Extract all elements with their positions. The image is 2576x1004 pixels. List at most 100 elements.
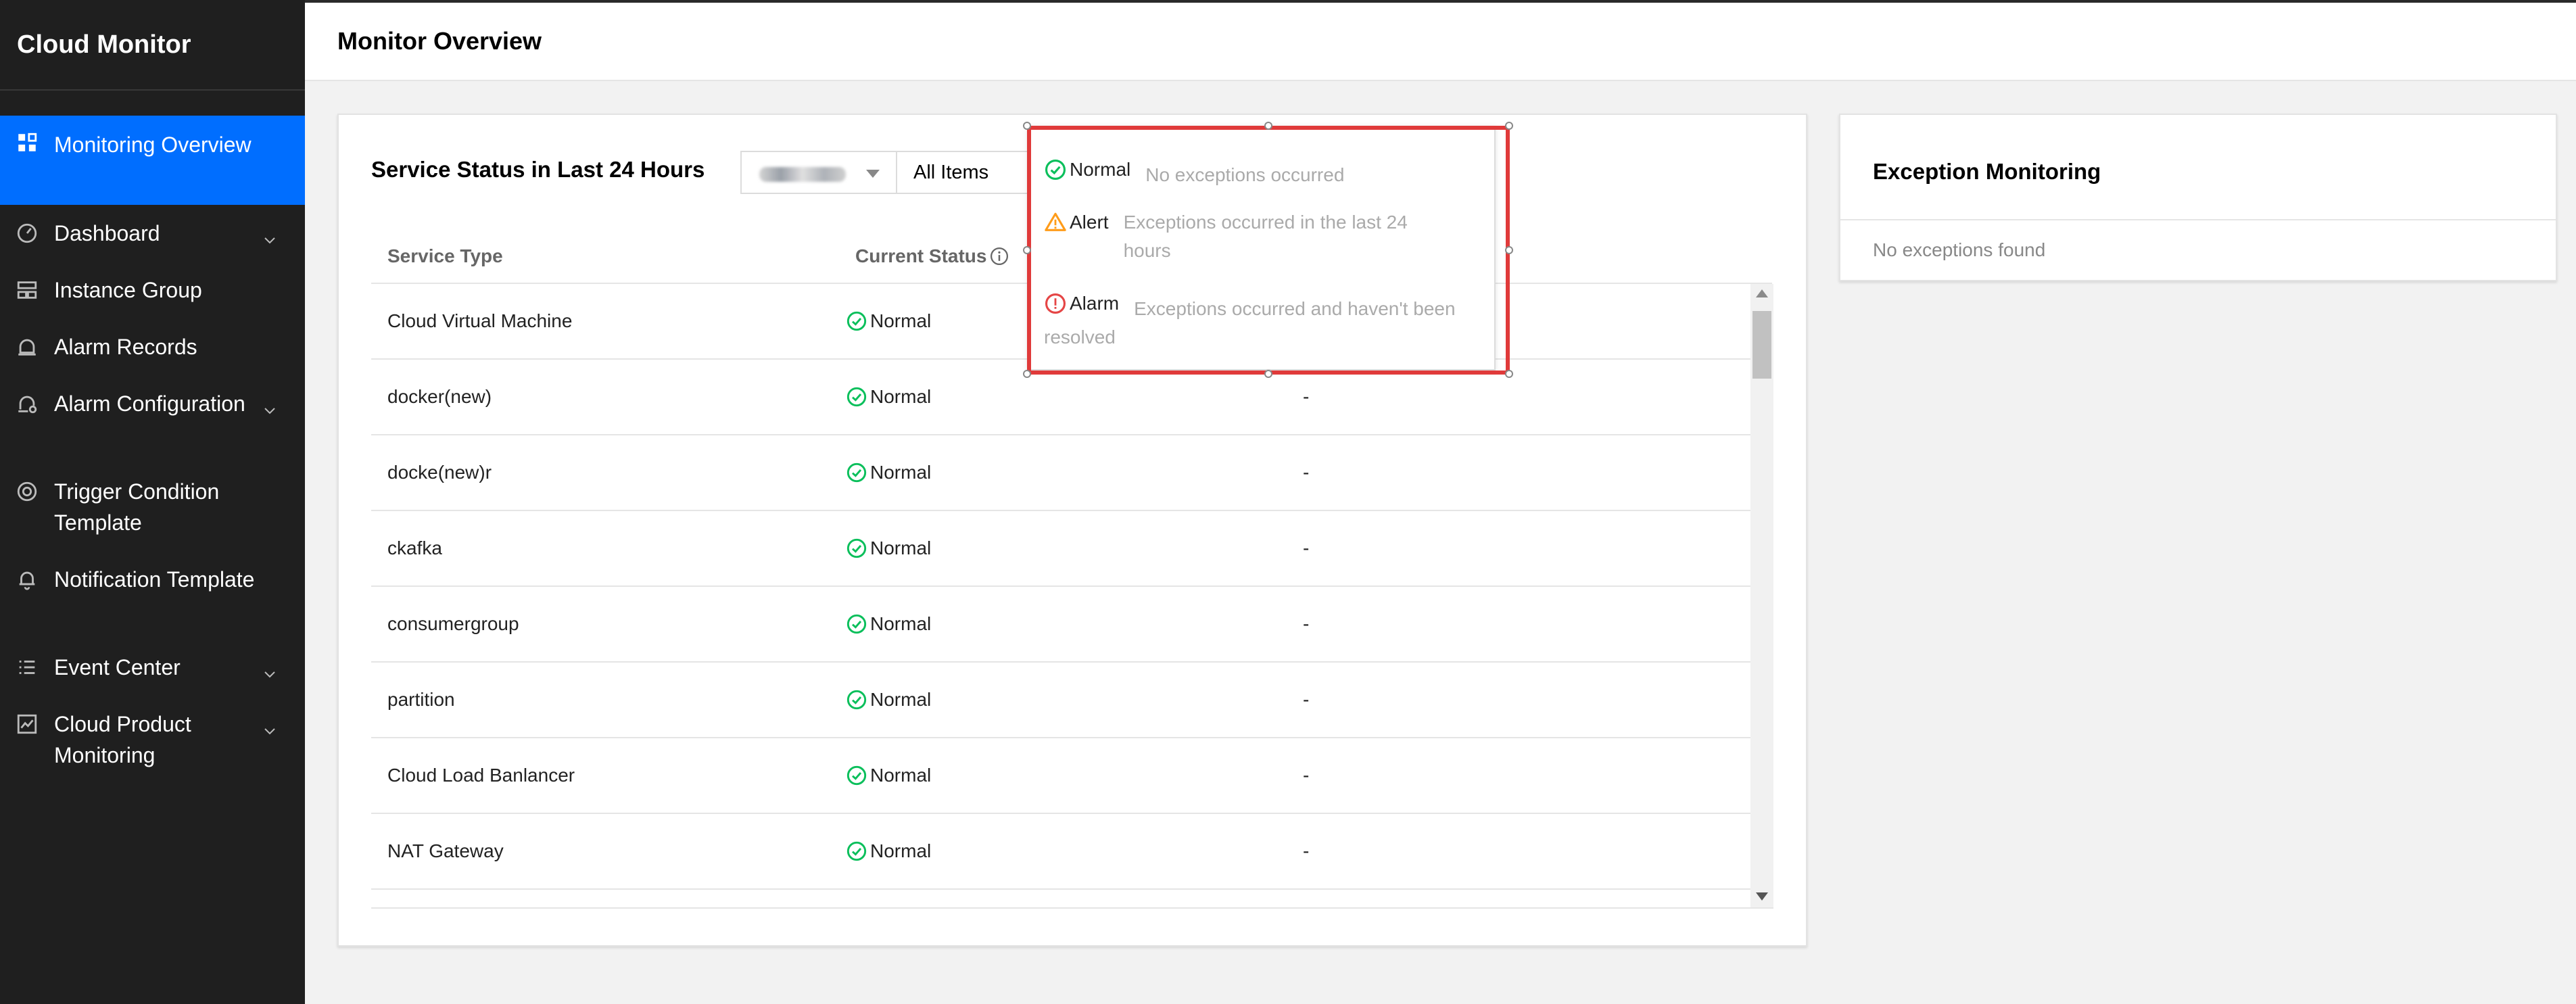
sidebar-item-dashboard[interactable]: Dashboard (0, 205, 305, 262)
table-row[interactable]: ckafka Normal - (371, 511, 1750, 587)
status-badge: Normal (846, 738, 931, 813)
status-text: Normal (870, 840, 932, 861)
divider (1840, 219, 2556, 220)
resize-handle[interactable] (1023, 370, 1031, 378)
list-icon (16, 656, 39, 679)
sidebar-item-cloud-product-monitoring[interactable]: Cloud Product Monitoring (0, 696, 305, 784)
sidebar-item-label: Dashboard (54, 221, 160, 245)
table-row[interactable]: docke(new)r Normal - (371, 435, 1750, 511)
service-status-title: Service Status in Last 24 Hours (371, 157, 705, 182)
legend-label: Alert (1044, 208, 1109, 237)
legend-item-alarm: Alarm Exceptions occurred and haven't be… (1044, 289, 1483, 352)
table-row[interactable]: Cloud Load Banlancer Normal - (371, 738, 1750, 814)
sidebar-item-monitoring-overview[interactable]: Monitoring Overview (0, 116, 305, 205)
check-circle-icon (846, 765, 867, 786)
cell-service-type: consumergroup (387, 613, 519, 634)
sidebar-item-alarm-records[interactable]: Alarm Records (0, 318, 305, 375)
sidebar-item-label: Alarm Configuration (54, 391, 245, 416)
scroll-up-arrow-icon[interactable] (1756, 289, 1768, 297)
exclamation-circle-icon (1045, 293, 1066, 314)
items-filter-select[interactable]: All Items (896, 151, 1039, 194)
legend-item-normal: Normal No exceptions occurred (1044, 156, 1477, 189)
status-badge: Normal (846, 360, 931, 434)
resize-handle[interactable] (1505, 246, 1513, 254)
cell-service-type: docke(new)r (387, 462, 492, 483)
cell-service-type: Cloud Virtual Machine (387, 310, 573, 331)
sidebar-item-label: Event Center (54, 655, 181, 679)
scroll-thumb[interactable] (1752, 311, 1771, 379)
info-icon[interactable] (989, 246, 1009, 266)
cell-extra: - (1303, 462, 1310, 483)
resize-handle[interactable] (1505, 122, 1513, 130)
cell-service-type: ckafka (387, 537, 442, 558)
column-header-label: Current Status (855, 245, 987, 266)
column-header-service-type: Service Type (387, 245, 503, 266)
status-badge: Normal (846, 814, 931, 888)
table-row[interactable]: partition Normal - (371, 663, 1750, 738)
status-text: Normal (870, 386, 932, 407)
table-row[interactable]: consumergroup Normal - (371, 587, 1750, 663)
page-header: Monitor Overview (305, 3, 2576, 81)
sidebar-item-instance-group[interactable]: Instance Group (0, 262, 305, 318)
caret-down-icon (866, 170, 880, 178)
cell-extra: - (1303, 386, 1310, 407)
column-header-current-status: Current Status (855, 229, 1009, 284)
scroll-down-arrow-icon[interactable] (1756, 892, 1768, 901)
target-icon (16, 480, 39, 503)
legend-label-text: Alarm (1070, 293, 1120, 314)
table-row[interactable]: docker(new) Normal - (371, 360, 1750, 435)
cell-service-type: docker(new) (387, 386, 492, 407)
page-title: Monitor Overview (337, 27, 542, 55)
region-select[interactable] (740, 151, 897, 194)
sidebar-item-notification-template[interactable]: Notification Template (0, 551, 305, 639)
region-value-blurred (759, 167, 846, 182)
check-circle-icon (846, 462, 867, 483)
layers-icon (16, 279, 39, 302)
check-circle-icon (846, 387, 867, 407)
resize-handle[interactable] (1505, 370, 1513, 378)
legend-label-text: Alert (1070, 212, 1109, 233)
sidebar-item-event-center[interactable]: Event Center (0, 639, 305, 696)
chevron-down-icon (262, 225, 278, 244)
app-title: Cloud Monitor (0, 0, 305, 91)
table-row[interactable]: NAT Gateway Normal - (371, 814, 1750, 890)
exception-monitoring-card: Exception Monitoring No exceptions found (1839, 114, 2557, 281)
sidebar-item-alarm-configuration[interactable]: Alarm Configuration (0, 375, 305, 463)
legend-desc: Exceptions occurred in the last 24 hours (1123, 212, 1408, 261)
check-circle-icon (846, 841, 867, 861)
resize-handle[interactable] (1023, 246, 1031, 254)
table-body: Cloud Virtual Machine Normal - docker(new) N… (371, 284, 1750, 906)
resize-handle[interactable] (1264, 122, 1272, 130)
sidebar: Cloud Monitor Monitoring Overview Dashbo… (0, 0, 305, 1004)
chevron-down-icon (262, 396, 278, 414)
cell-extra: - (1303, 689, 1310, 710)
resize-handle[interactable] (1023, 122, 1031, 130)
status-text: Normal (870, 765, 932, 786)
status-badge: Normal (846, 587, 931, 661)
sidebar-item-trigger-condition-template[interactable]: Trigger Condition Template (0, 463, 305, 551)
status-badge: Normal (846, 663, 931, 737)
status-text: Normal (870, 537, 932, 558)
sidebar-nav: Monitoring Overview Dashboard Instance G… (0, 116, 305, 784)
status-text: Normal (870, 613, 932, 634)
sidebar-item-label: Monitoring Overview (54, 133, 252, 157)
cell-extra: - (1303, 765, 1310, 786)
exception-monitoring-title: Exception Monitoring (1873, 159, 2101, 184)
chart-icon (16, 713, 39, 736)
cell-extra: - (1303, 613, 1310, 634)
table-scrollbar[interactable] (1750, 284, 1773, 907)
status-legend-tooltip: Normal No exceptions occurred Alert Exce… (1028, 126, 1496, 370)
check-circle-icon (846, 614, 867, 634)
cell-extra: - (1303, 537, 1310, 558)
legend-desc: No exceptions occurred (1145, 164, 1345, 185)
check-circle-icon (846, 690, 867, 710)
sidebar-item-label: Notification Template (54, 567, 255, 592)
warning-triangle-icon (1045, 212, 1066, 231)
legend-label: Normal (1044, 156, 1130, 184)
empty-state-text: No exceptions found (1873, 239, 2046, 260)
resize-handle[interactable] (1264, 370, 1272, 378)
sidebar-item-label: Cloud Product Monitoring (54, 712, 191, 767)
check-circle-icon (846, 538, 867, 558)
status-badge: Normal (846, 284, 931, 358)
table-bottom-border (371, 907, 1773, 909)
